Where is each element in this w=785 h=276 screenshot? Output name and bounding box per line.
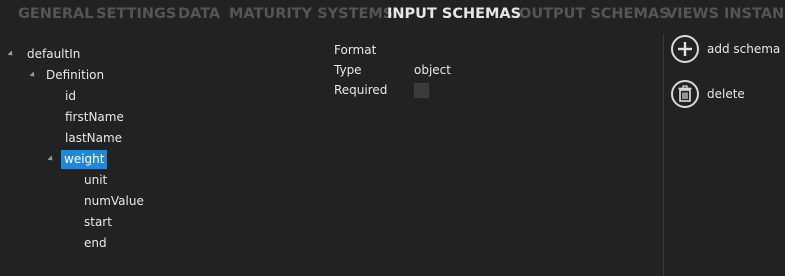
trash-icon xyxy=(671,80,699,108)
format-label: Format xyxy=(334,43,377,57)
tree-node-label: weight xyxy=(61,150,108,169)
tab-maturity-systems[interactable]: MATURITY SYSTEMS xyxy=(229,6,393,22)
tab-instances[interactable]: INSTANC xyxy=(724,6,785,22)
delete-label: delete xyxy=(707,87,745,101)
tree-node-label: lastName xyxy=(65,131,123,145)
tree-node-label: end xyxy=(84,236,107,250)
tree-node-label: defaultIn xyxy=(27,47,81,61)
type-label: Type xyxy=(334,63,362,77)
tab-views[interactable]: VIEWS xyxy=(666,6,719,22)
delete-button[interactable]: delete xyxy=(671,80,785,112)
tree-node-label: id xyxy=(65,89,76,103)
expand-arrow-icon[interactable] xyxy=(47,155,55,163)
tab-output-schemas[interactable]: OUTPUT SCHEMAS xyxy=(519,6,670,22)
required-checkbox[interactable] xyxy=(414,83,429,98)
tree-node-label: start xyxy=(84,215,112,229)
type-value[interactable]: object xyxy=(414,61,451,80)
expand-arrow-icon[interactable] xyxy=(7,50,15,58)
expand-arrow-icon[interactable] xyxy=(29,71,37,79)
tree-node-label: Definition xyxy=(46,68,105,82)
tab-input-schemas[interactable]: INPUT SCHEMAS xyxy=(387,6,521,22)
add-schema-label: add schema xyxy=(707,42,781,56)
required-label: Required xyxy=(334,83,388,97)
tree-node-label: firstName xyxy=(65,110,124,124)
plus-circle-icon xyxy=(671,35,699,63)
add-schema-button[interactable]: add schema xyxy=(671,35,785,67)
tab-bar: GENERAL SETTINGS DATA MATURITY SYSTEMS I… xyxy=(0,0,785,32)
tree-node-label: numValue xyxy=(84,194,144,208)
properties-panel: Format Type object Required xyxy=(334,40,634,120)
tab-general[interactable]: GENERAL xyxy=(18,6,93,22)
tab-data[interactable]: DATA xyxy=(178,6,220,22)
schema-tree: defaultIn Definition id firstName lastNa… xyxy=(0,40,330,276)
tree-node-label: unit xyxy=(84,173,108,187)
panel-divider xyxy=(663,34,664,276)
tab-settings[interactable]: SETTINGS xyxy=(96,6,176,22)
app-window: GENERAL SETTINGS DATA MATURITY SYSTEMS I… xyxy=(0,0,785,276)
